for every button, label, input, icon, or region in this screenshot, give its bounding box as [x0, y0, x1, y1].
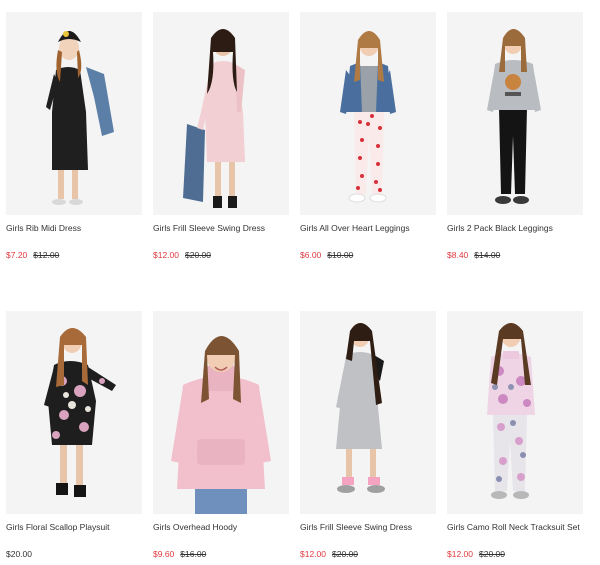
product-image[interactable]	[153, 311, 289, 514]
sale-price: $6.00	[300, 250, 322, 260]
product-title[interactable]: Girls Frill Sleeve Swing Dress	[153, 223, 303, 233]
sale-price: $9.60	[153, 549, 175, 559]
price-row: $9.60 $16.00	[153, 549, 206, 559]
product-image[interactable]	[6, 12, 142, 215]
product-image[interactable]	[6, 311, 142, 514]
product-image[interactable]	[447, 311, 583, 514]
product-title[interactable]: Girls Camo Roll Neck Tracksuit Set	[447, 522, 597, 532]
product-card[interactable]: Girls Camo Roll Neck Tracksuit Set $12.0…	[447, 311, 583, 559]
product-image[interactable]	[447, 12, 583, 215]
product-card[interactable]: Girls Frill Sleeve Swing Dress $12.00 $20…	[153, 12, 289, 260]
product-card[interactable]: Girls Overhead Hoody $9.60 $16.00	[153, 311, 289, 559]
product-card[interactable]: Girls All Over Heart Leggings $6.00 $10.0…	[300, 12, 436, 260]
price: $20.00	[6, 549, 32, 559]
product-image[interactable]	[300, 311, 436, 514]
sale-price: $7.20	[6, 250, 28, 260]
was-price: $10.00	[327, 250, 354, 260]
product-title[interactable]: Girls 2 Pack Black Leggings	[447, 223, 597, 233]
product-title[interactable]: Girls Floral Scallop Playsuit	[6, 522, 156, 532]
sale-price: $12.00	[447, 549, 473, 559]
was-price: $14.00	[474, 250, 501, 260]
price-row: $12.00 $20.00	[153, 250, 211, 260]
was-price: $20.00	[479, 549, 505, 559]
product-card[interactable]: Girls Floral Scallop Playsuit $20.00	[6, 311, 142, 559]
price-row: $6.00 $10.00	[300, 250, 353, 260]
product-image[interactable]	[153, 12, 289, 215]
product-card[interactable]: Girls Rib Midi Dress $7.20 $12.00	[6, 12, 142, 260]
price-row: $20.00	[6, 549, 32, 559]
was-price: $16.00	[180, 549, 207, 559]
sale-price: $12.00	[153, 250, 179, 260]
price-row: $12.00 $20.00	[300, 549, 358, 559]
was-price: $12.00	[33, 250, 60, 260]
product-title[interactable]: Girls All Over Heart Leggings	[300, 223, 450, 233]
sale-price: $8.40	[447, 250, 469, 260]
was-price: $20.00	[185, 250, 211, 260]
product-title[interactable]: Girls Frill Sleeve Swing Dress	[300, 522, 450, 532]
product-title[interactable]: Girls Rib Midi Dress	[6, 223, 156, 233]
product-card[interactable]: Girls Frill Sleeve Swing Dress $12.00 $20…	[300, 311, 436, 559]
product-title[interactable]: Girls Overhead Hoody	[153, 522, 303, 532]
was-price: $20.00	[332, 549, 358, 559]
product-image[interactable]	[300, 12, 436, 215]
price-row: $12.00 $20.00	[447, 549, 505, 559]
price-row: $8.40 $14.00	[447, 250, 500, 260]
price-row: $7.20 $12.00	[6, 250, 59, 260]
product-card[interactable]: Girls 2 Pack Black Leggings $8.40 $14.00	[447, 12, 583, 260]
sale-price: $12.00	[300, 549, 326, 559]
